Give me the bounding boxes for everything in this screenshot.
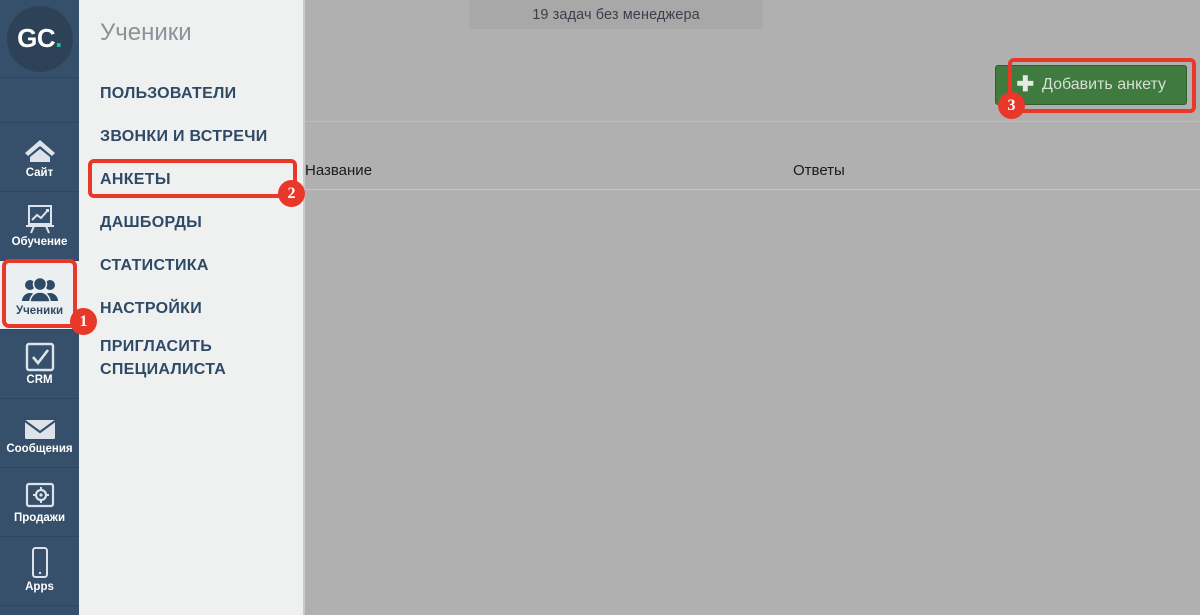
step-badge-3: 3: [998, 92, 1025, 119]
rail-item-label: Обучение: [11, 235, 68, 248]
rail-item-label: Сайт: [25, 166, 54, 179]
users-group-icon: [21, 273, 59, 303]
rail-item-training[interactable]: Обучение: [0, 192, 79, 261]
menu-item-users[interactable]: ПОЛЬЗОВАТЕЛИ: [79, 72, 305, 115]
menu-item-label: ПРИГЛАСИТЬ СПЕЦИАЛИСТА: [100, 338, 227, 379]
phone-icon: [29, 546, 51, 579]
add-form-button-label: Добавить анкету: [1042, 76, 1166, 93]
safe-icon: [25, 480, 55, 510]
rail-item-label: Продажи: [13, 511, 66, 524]
house-icon: [23, 135, 57, 165]
menu-item-statistics[interactable]: СТАТИСТИКА: [79, 244, 305, 287]
content-divider-top: [305, 121, 1200, 122]
rail-blank-slot: [0, 78, 79, 123]
left-icon-rail: GC. Сайт Обучение Ученики CRM Сообщения …: [0, 0, 79, 615]
menu-item-label: АНКЕТЫ: [100, 170, 171, 188]
menu-item-dashboards[interactable]: ДАШБОРДЫ: [79, 201, 305, 244]
logo-text-dot: .: [55, 23, 62, 53]
rail-item-site[interactable]: Сайт: [0, 123, 79, 192]
logo-text-gc: GC: [17, 23, 56, 53]
column-header-name[interactable]: Название: [305, 162, 372, 179]
tasks-notification-bar[interactable]: 19 задач без менеджера: [469, 0, 763, 29]
rail-item-messages[interactable]: Сообщения: [0, 399, 79, 468]
menu-item-forms[interactable]: АНКЕТЫ: [79, 158, 305, 201]
students-menu-panel: Ученики ПОЛЬЗОВАТЕЛИ ЗВОНКИ И ВСТРЕЧИ АН…: [79, 0, 305, 615]
logo-circle: GC.: [6, 5, 73, 72]
app-logo[interactable]: GC.: [0, 0, 79, 78]
rail-item-apps[interactable]: Apps: [0, 537, 79, 606]
checkbox-icon: [25, 342, 55, 372]
step-badge-1: 1: [70, 308, 97, 335]
tasks-notification-text: 19 задач без менеджера: [532, 6, 700, 23]
add-form-button[interactable]: ✚ Добавить анкету: [995, 65, 1187, 105]
panel-title: Ученики: [100, 19, 192, 46]
envelope-icon: [23, 411, 57, 441]
rail-item-students[interactable]: Ученики: [0, 261, 79, 330]
forms-table-header: Название Ответы: [305, 155, 1200, 189]
step-badge-2: 2: [278, 180, 305, 207]
menu-item-label: НАСТРОЙКИ: [100, 299, 203, 317]
rail-item-sales[interactable]: Продажи: [0, 468, 79, 537]
panel-menu-list: ПОЛЬЗОВАТЕЛИ ЗВОНКИ И ВСТРЕЧИ АНКЕТЫ ДАШ…: [79, 72, 305, 390]
main-content: 19 задач без менеджера ✚ Добавить анкету…: [305, 0, 1200, 615]
plus-icon: ✚: [1016, 72, 1035, 96]
menu-item-label: СТАТИСТИКА: [100, 256, 209, 274]
rail-item-label: Ученики: [15, 304, 64, 317]
app-root: 19 задач без менеджера ✚ Добавить анкету…: [0, 0, 1200, 615]
menu-item-label: ПОЛЬЗОВАТЕЛИ: [100, 84, 237, 102]
column-header-answers[interactable]: Ответы: [793, 162, 845, 179]
menu-item-invite-specialist[interactable]: ПРИГЛАСИТЬ СПЕЦИАЛИСТА: [79, 330, 305, 390]
rail-item-label: Сообщения: [6, 442, 73, 455]
menu-item-label: ДАШБОРДЫ: [100, 213, 203, 231]
menu-item-calls-and-meetings[interactable]: ЗВОНКИ И ВСТРЕЧИ: [79, 115, 305, 158]
chart-easel-icon: [24, 204, 56, 234]
menu-item-label: ЗВОНКИ И ВСТРЕЧИ: [100, 127, 268, 145]
rail-item-label: CRM: [26, 373, 53, 386]
forms-table-divider: [305, 189, 1200, 190]
rail-item-label: Apps: [25, 580, 54, 593]
menu-item-settings[interactable]: НАСТРОЙКИ: [79, 287, 305, 330]
rail-item-crm[interactable]: CRM: [0, 330, 79, 399]
